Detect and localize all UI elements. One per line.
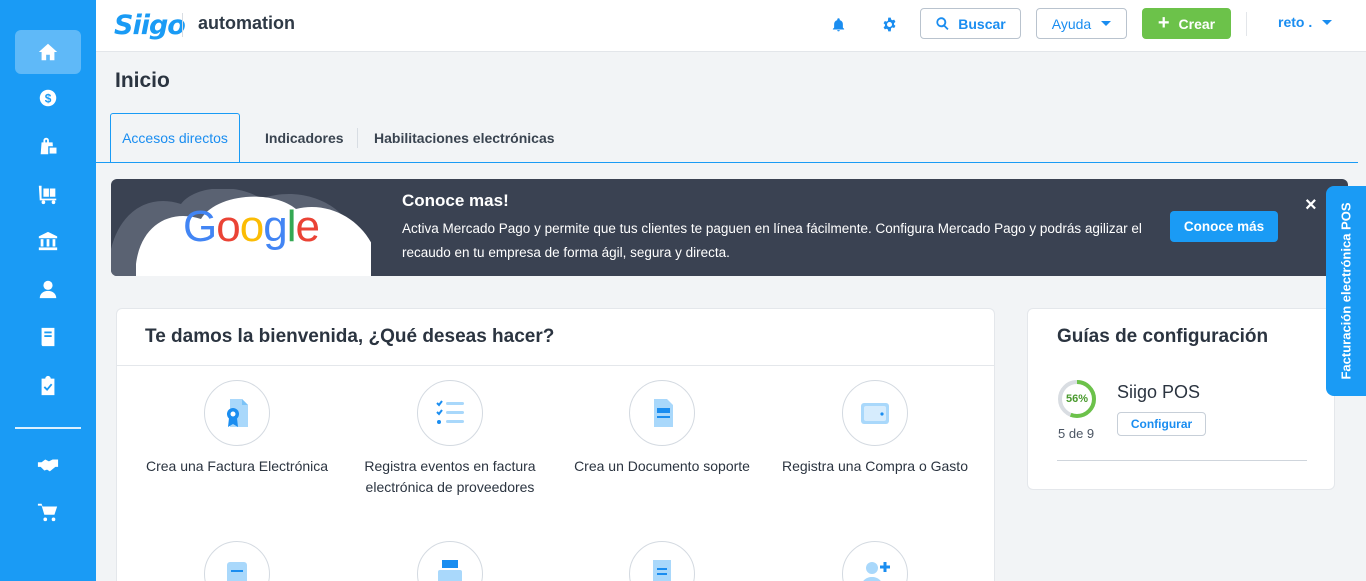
shopping-cart-icon: [37, 503, 58, 522]
action-tile[interactable]: [131, 541, 343, 581]
note-icon: [227, 562, 247, 581]
sidebar-item-store[interactable]: [15, 490, 81, 534]
book-icon: [41, 327, 55, 347]
chevron-down-icon: [1322, 19, 1333, 25]
action-icon-circle: [629, 380, 695, 446]
google-logo: Google: [183, 202, 320, 251]
action-icon-circle: [842, 541, 908, 581]
card-divider: [117, 365, 994, 366]
action-icon-circle: [204, 541, 270, 581]
tab-habilitaciones[interactable]: Habilitaciones electrónicas: [374, 113, 555, 163]
sidebar-item-banks[interactable]: [15, 219, 81, 263]
svg-text:$: $: [45, 92, 52, 106]
guide-item-name: Siigo POS: [1117, 382, 1201, 402]
header-divider: [182, 13, 183, 37]
bell-icon: [832, 17, 844, 31]
progress-count: 5 de 9: [1058, 426, 1095, 441]
guide-title: Guías de configuración: [1057, 326, 1269, 347]
sidebar-item-inventory[interactable]: [15, 172, 81, 216]
money-icon: $: [39, 89, 57, 107]
action-create-support-doc[interactable]: Crea un Documento soporte: [556, 380, 768, 477]
welcome-title: Te damos la bienvenida, ¿Qué deseas hace…: [145, 326, 555, 347]
action-tile[interactable]: [769, 541, 981, 581]
create-button[interactable]: + Crear: [1142, 8, 1231, 39]
action-create-invoice[interactable]: Crea una Factura Electrónica: [131, 380, 343, 477]
siigo-logo[interactable]: Siigo: [114, 6, 186, 44]
chevron-down-icon: [1101, 21, 1112, 26]
search-button[interactable]: Buscar: [920, 8, 1021, 39]
sidebar-item-sales[interactable]: [15, 124, 81, 168]
sidebar-item-accounting[interactable]: [15, 315, 81, 359]
plus-icon: +: [1157, 11, 1170, 34]
search-icon: [936, 17, 949, 30]
action-tile[interactable]: [556, 541, 768, 581]
action-tile[interactable]: [344, 541, 556, 581]
search-label: Buscar: [958, 15, 1006, 32]
company-name: automation: [198, 13, 295, 33]
action-register-purchase[interactable]: Registra una Compra o Gasto: [769, 380, 981, 477]
action-label: Registra eventos en factura electrónica …: [364, 458, 536, 495]
sidebar-item-partners[interactable]: [15, 443, 81, 487]
support-document-icon: [654, 399, 673, 427]
action-icon-circle: [629, 541, 695, 581]
banner-title: Conoce mas!: [402, 191, 509, 210]
top-header: Siigo automation Buscar Ayuda + Crear re…: [96, 0, 1366, 52]
tab-divider: [357, 128, 358, 148]
action-label: Crea un Documento soporte: [574, 458, 750, 474]
tab-accesos-directos[interactable]: Accesos directos: [110, 113, 240, 163]
action-icon-circle: [417, 380, 483, 446]
page-title: Inicio: [115, 69, 170, 92]
settings-button[interactable]: [878, 13, 900, 35]
action-register-events[interactable]: Registra eventos en factura electrónica …: [344, 380, 556, 498]
action-icon-circle: [417, 541, 483, 581]
cart-flatbed-icon: [38, 185, 57, 205]
sidebar-item-contacts[interactable]: [15, 267, 81, 311]
bank-icon: [38, 231, 58, 251]
guide-divider: [1057, 460, 1307, 461]
handshake-icon: [37, 459, 59, 472]
user-name: reto .: [1278, 14, 1313, 30]
tabs-underline: [96, 162, 1358, 163]
invoice-icon: [227, 399, 248, 427]
sidebar-item-reports[interactable]: [15, 364, 81, 408]
user-menu[interactable]: reto .: [1278, 14, 1333, 30]
wallet-icon: [861, 403, 889, 424]
sidebar-divider: [15, 427, 81, 429]
add-user-icon: [863, 562, 890, 581]
action-label: Registra una Compra o Gasto: [782, 458, 968, 474]
events-list-icon: [436, 400, 464, 424]
banner-text: Activa Mercado Pago y permite que tus cl…: [402, 221, 1142, 260]
user-icon: [39, 280, 57, 299]
action-icon-circle: [204, 380, 270, 446]
sidebar-item-money[interactable]: $: [15, 76, 81, 120]
tab-indicadores[interactable]: Indicadores: [265, 113, 344, 163]
side-tab-pos-invoicing[interactable]: Facturación electrónica POS: [1326, 186, 1366, 396]
close-icon[interactable]: ×: [1305, 194, 1317, 217]
logo-text: Siigo: [114, 9, 186, 41]
action-label: Crea una Factura Electrónica: [145, 458, 329, 474]
header-divider-right: [1246, 12, 1247, 36]
help-label: Ayuda: [1051, 15, 1092, 32]
configure-button[interactable]: Configurar: [1117, 412, 1206, 436]
create-label: Crear: [1178, 15, 1216, 32]
welcome-card: Te damos la bienvenida, ¿Qué deseas hace…: [116, 308, 995, 581]
receipt-icon: [653, 560, 671, 581]
help-dropdown[interactable]: Ayuda: [1036, 8, 1127, 39]
promo-banner: Google Conoce mas! Activa Mercado Pago y…: [111, 179, 1348, 276]
action-icon-circle: [842, 380, 908, 446]
notifications-button[interactable]: [827, 13, 849, 35]
gear-icon: [883, 17, 895, 31]
shopping-bag-icon: [40, 137, 58, 155]
side-tab-label: Facturación electrónica POS: [1338, 202, 1354, 380]
sidebar-item-home[interactable]: [15, 30, 81, 74]
banner-cta-button[interactable]: Conoce más: [1170, 211, 1278, 242]
sidebar: $: [0, 0, 96, 581]
progress-percent: 56%: [1065, 393, 1089, 405]
config-guide-card: Guías de configuración 56% 5 de 9 Siigo …: [1027, 308, 1335, 490]
home-icon: [38, 43, 58, 61]
cash-register-icon: [438, 560, 462, 581]
clipboard-check-icon: [41, 375, 55, 396]
